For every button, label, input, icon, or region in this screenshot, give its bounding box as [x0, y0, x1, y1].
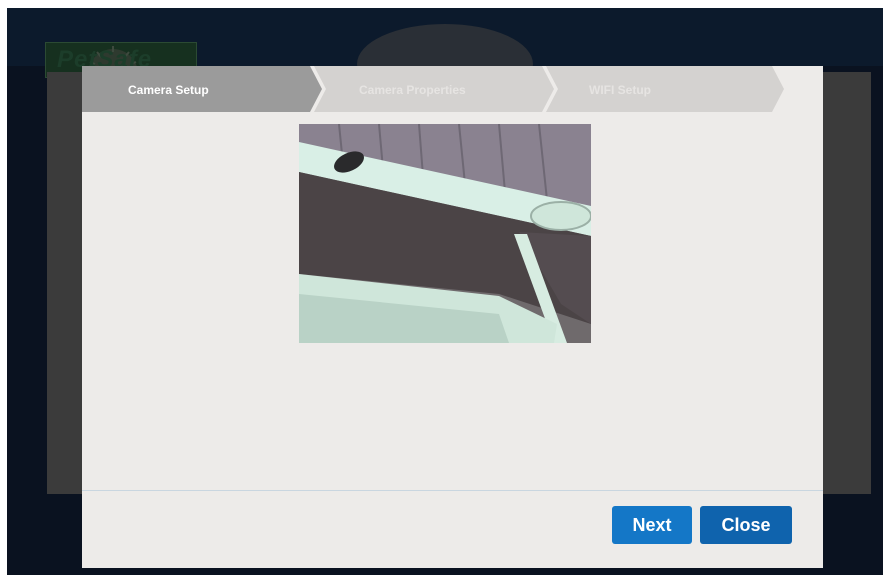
close-button[interactable]: Close: [700, 506, 792, 544]
app-header: PetSafe: [7, 8, 883, 104]
next-button[interactable]: Next: [612, 506, 692, 544]
step-camera-properties[interactable]: Camera Properties: [359, 83, 466, 97]
camera-feed-image: [299, 124, 591, 343]
wizard-steps: Camera Setup Camera Properties WIFI Setu…: [82, 66, 823, 112]
footer-divider: [82, 490, 823, 491]
step-camera-setup[interactable]: Camera Setup: [128, 83, 209, 97]
step-wifi-setup[interactable]: WIFI Setup: [589, 83, 651, 97]
setup-wizard-dialog: Camera Setup Camera Properties WIFI Setu…: [82, 66, 823, 568]
step-wifi-setup-shape: [546, 66, 784, 112]
camera-preview: [299, 124, 591, 343]
